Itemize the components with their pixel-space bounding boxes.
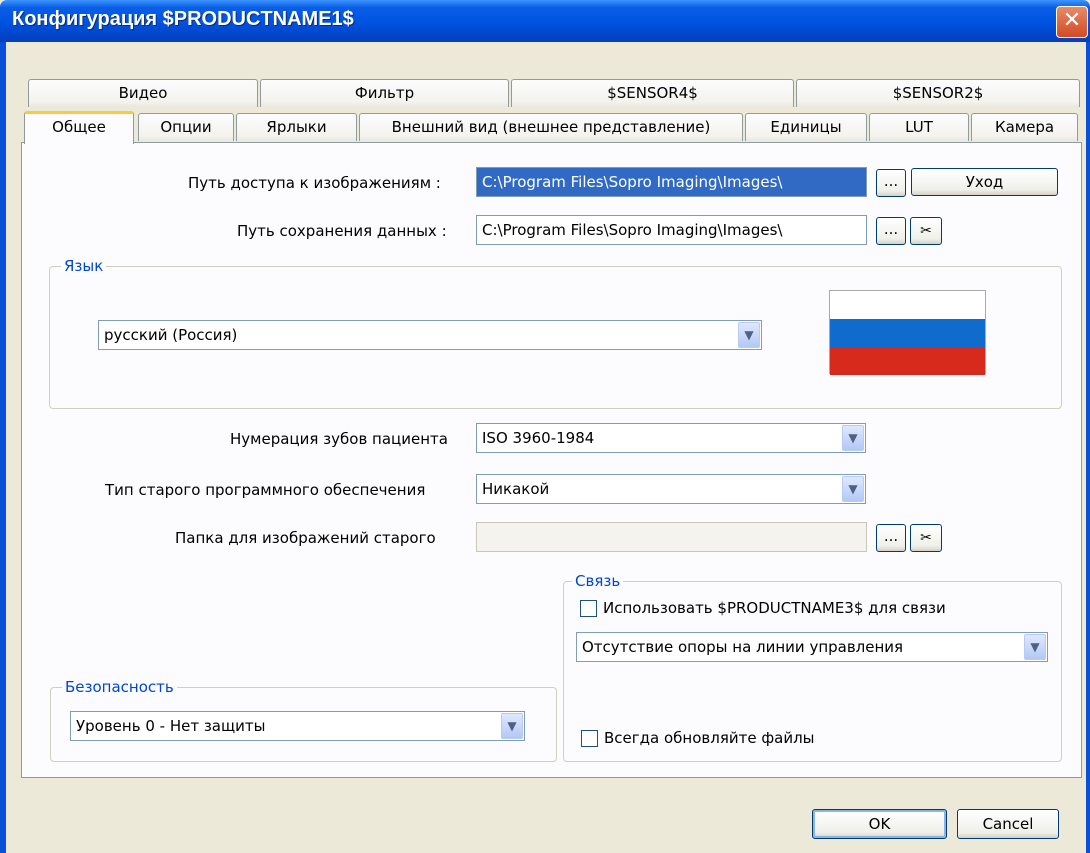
always-update-checkbox[interactable]: [581, 730, 598, 747]
tab-shortcuts[interactable]: Ярлыки: [236, 113, 357, 141]
tooth-numbering-label: Нумерация зубов пациента: [230, 430, 448, 448]
image-path-input[interactable]: C:\Program Files\Sopro Imaging\Images\: [476, 167, 867, 197]
link-mode-select[interactable]: Отсутствие опоры на линии управления ▼: [576, 632, 1048, 662]
tab-lut[interactable]: LUT: [869, 113, 969, 141]
old-software-selected: Никакой: [482, 480, 550, 498]
image-path-label: Путь доступа к изображениям :: [188, 174, 441, 192]
chevron-down-icon[interactable]: ▼: [842, 425, 864, 451]
window-title: Конфигурация $PRODUCTNAME1$: [12, 8, 354, 30]
old-folder-input[interactable]: [476, 522, 867, 552]
always-update-label[interactable]: Всегда обновляйте файлы: [604, 729, 815, 747]
cancel-button[interactable]: Cancel: [957, 809, 1059, 839]
use-link-checkbox[interactable]: [580, 600, 597, 617]
security-group-label: Безопасность: [62, 678, 177, 696]
image-path-browse-button[interactable]: ...: [876, 169, 906, 197]
data-path-input[interactable]: C:\Program Files\Sopro Imaging\Images\: [476, 215, 867, 245]
old-folder-browse-button[interactable]: ...: [876, 524, 906, 552]
tab-units[interactable]: Единицы: [745, 113, 867, 141]
old-software-label: Тип старого программного обеспечения: [105, 481, 426, 499]
flag-stripe-blue: [830, 319, 985, 347]
chevron-down-icon[interactable]: ▼: [501, 713, 523, 739]
flag-stripe-white: [830, 291, 985, 319]
old-folder-label: Папка для изображений старого: [175, 529, 436, 547]
tab-options[interactable]: Опции: [138, 113, 234, 141]
use-link-label[interactable]: Использовать $PRODUCTNAME3$ для связи: [603, 599, 946, 617]
title-bar[interactable]: Конфигурация $PRODUCTNAME1$ ✕: [0, 0, 1090, 42]
language-select[interactable]: русский (Россия) ▼: [98, 320, 762, 350]
exit-button[interactable]: Уход: [911, 168, 1058, 196]
tab-video[interactable]: Видео: [28, 79, 258, 107]
language-selected: русский (Россия): [104, 326, 238, 344]
chevron-down-icon[interactable]: ▼: [842, 476, 864, 502]
data-path-browse-button[interactable]: ...: [876, 217, 906, 245]
tab-sensor2[interactable]: $SENSOR2$: [796, 79, 1080, 107]
tab-sensor4[interactable]: $SENSOR4$: [511, 79, 794, 107]
chevron-down-icon[interactable]: ▼: [738, 322, 760, 348]
security-select[interactable]: Уровень 0 - Нет защиты ▼: [70, 711, 525, 741]
ok-button[interactable]: OK: [812, 809, 947, 839]
link-group-label: Связь: [572, 572, 624, 590]
window-frame-left: [0, 42, 6, 853]
security-selected: Уровень 0 - Нет защиты: [76, 717, 266, 735]
old-folder-clear-button[interactable]: ✂: [910, 524, 942, 552]
chevron-down-icon[interactable]: ▼: [1024, 634, 1046, 660]
close-icon[interactable]: ✕: [1056, 6, 1088, 38]
russia-flag-image: [829, 290, 986, 375]
data-path-clear-button[interactable]: ✂: [910, 217, 942, 245]
scissors-icon: ✂: [920, 530, 932, 546]
flag-stripe-red: [830, 347, 985, 375]
tooth-numbering-selected: ISO 3960-1984: [482, 429, 595, 447]
config-dialog: Конфигурация $PRODUCTNAME1$ ✕ Видео Филь…: [0, 0, 1090, 853]
link-mode-selected: Отсутствие опоры на линии управления: [582, 638, 904, 656]
language-group-label: Язык: [61, 257, 107, 275]
scissors-icon: ✂: [920, 223, 932, 239]
tab-appearance[interactable]: Внешний вид (внешнее представление): [359, 113, 743, 141]
data-path-label: Путь сохранения данных :: [237, 222, 447, 240]
window-frame-right: [1086, 42, 1090, 853]
tooth-numbering-select[interactable]: ISO 3960-1984 ▼: [476, 423, 866, 453]
old-software-select[interactable]: Никакой ▼: [476, 474, 866, 504]
tab-filter[interactable]: Фильтр: [260, 79, 509, 107]
tab-camera[interactable]: Камера: [971, 113, 1078, 141]
tab-general[interactable]: Общее: [24, 111, 134, 144]
